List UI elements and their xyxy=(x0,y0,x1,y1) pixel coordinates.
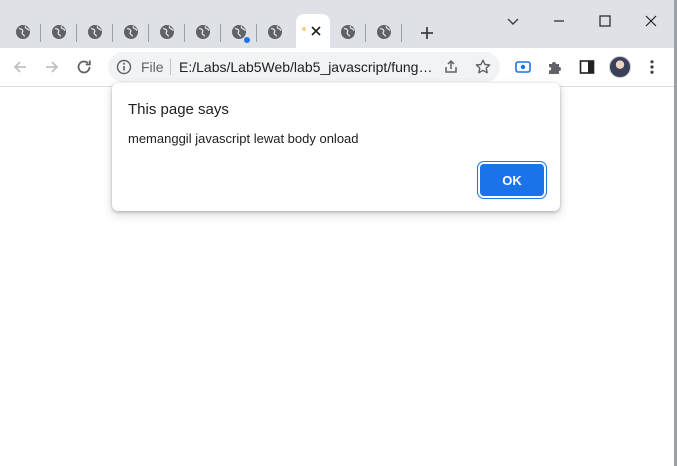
globe-icon xyxy=(268,25,282,39)
alert-dialog: This page says memanggil javascript lewa… xyxy=(112,83,560,211)
ok-button[interactable]: OK xyxy=(480,164,544,196)
globe-icon xyxy=(377,25,391,39)
share-icon[interactable] xyxy=(442,58,460,76)
back-arrow-icon xyxy=(13,61,26,73)
address-bar[interactable]: File E:/Labs/Lab5Web/lab5_javascript/fun… xyxy=(108,52,500,82)
reload-icon xyxy=(77,60,91,74)
url-scheme-label: File xyxy=(141,59,164,75)
omnibox-divider xyxy=(170,59,171,75)
globe-icon xyxy=(52,25,66,39)
globe-icon xyxy=(302,27,306,31)
browser-tab[interactable] xyxy=(257,18,293,46)
minimize-icon xyxy=(554,20,564,22)
close-tab-icon[interactable] xyxy=(308,23,324,39)
browser-tab[interactable] xyxy=(113,18,149,46)
info-icon[interactable] xyxy=(116,59,132,75)
browser-tab[interactable] xyxy=(221,18,257,46)
url-text[interactable]: E:/Labs/Lab5Web/lab5_javascript/fungsi.h… xyxy=(179,59,437,75)
reload-button[interactable] xyxy=(70,53,98,81)
extensions-button[interactable] xyxy=(541,53,569,81)
browser-tab[interactable] xyxy=(77,18,113,46)
back-button[interactable] xyxy=(6,53,34,81)
close-icon xyxy=(645,15,657,27)
tab-search-button[interactable] xyxy=(498,6,528,36)
tab-notification-dot xyxy=(244,37,250,43)
side-panel-icon xyxy=(579,60,595,74)
browser-tab[interactable] xyxy=(185,18,221,46)
maximize-icon xyxy=(599,15,611,27)
browser-tab[interactable] xyxy=(330,18,366,46)
browser-tab[interactable] xyxy=(5,18,41,46)
screencast-button[interactable] xyxy=(509,53,537,81)
dialog-title: This page says xyxy=(128,101,229,118)
forward-button[interactable] xyxy=(38,53,66,81)
browser-tab[interactable] xyxy=(41,18,77,46)
globe-icon xyxy=(16,25,30,39)
maximize-button[interactable] xyxy=(590,6,620,36)
globe-icon xyxy=(124,25,138,39)
browser-tab[interactable] xyxy=(366,18,402,46)
tab-strip xyxy=(0,0,674,48)
browser-toolbar: File E:/Labs/Lab5Web/lab5_javascript/fun… xyxy=(0,48,674,87)
globe-icon xyxy=(341,25,355,39)
browser-tab-active[interactable] xyxy=(296,14,330,48)
close-window-button[interactable] xyxy=(636,6,666,36)
minimize-button[interactable] xyxy=(544,6,574,36)
browser-menu-button[interactable] xyxy=(638,53,666,81)
star-icon[interactable] xyxy=(474,58,492,76)
globe-icon xyxy=(196,25,210,39)
plus-icon xyxy=(421,27,433,39)
extensions-puzzle-icon xyxy=(549,62,561,74)
new-tab-button[interactable] xyxy=(414,20,440,46)
side-panel-button[interactable] xyxy=(573,53,601,81)
screencast-icon xyxy=(515,61,531,73)
globe-icon xyxy=(88,25,102,39)
forward-arrow-icon xyxy=(46,61,59,73)
avatar[interactable] xyxy=(609,56,631,78)
chevron-down-icon xyxy=(507,18,519,25)
globe-icon xyxy=(160,25,174,39)
dialog-message: memanggil javascript lewat body onload xyxy=(128,131,359,146)
kebab-menu-icon xyxy=(650,60,654,74)
browser-tab[interactable] xyxy=(149,18,185,46)
